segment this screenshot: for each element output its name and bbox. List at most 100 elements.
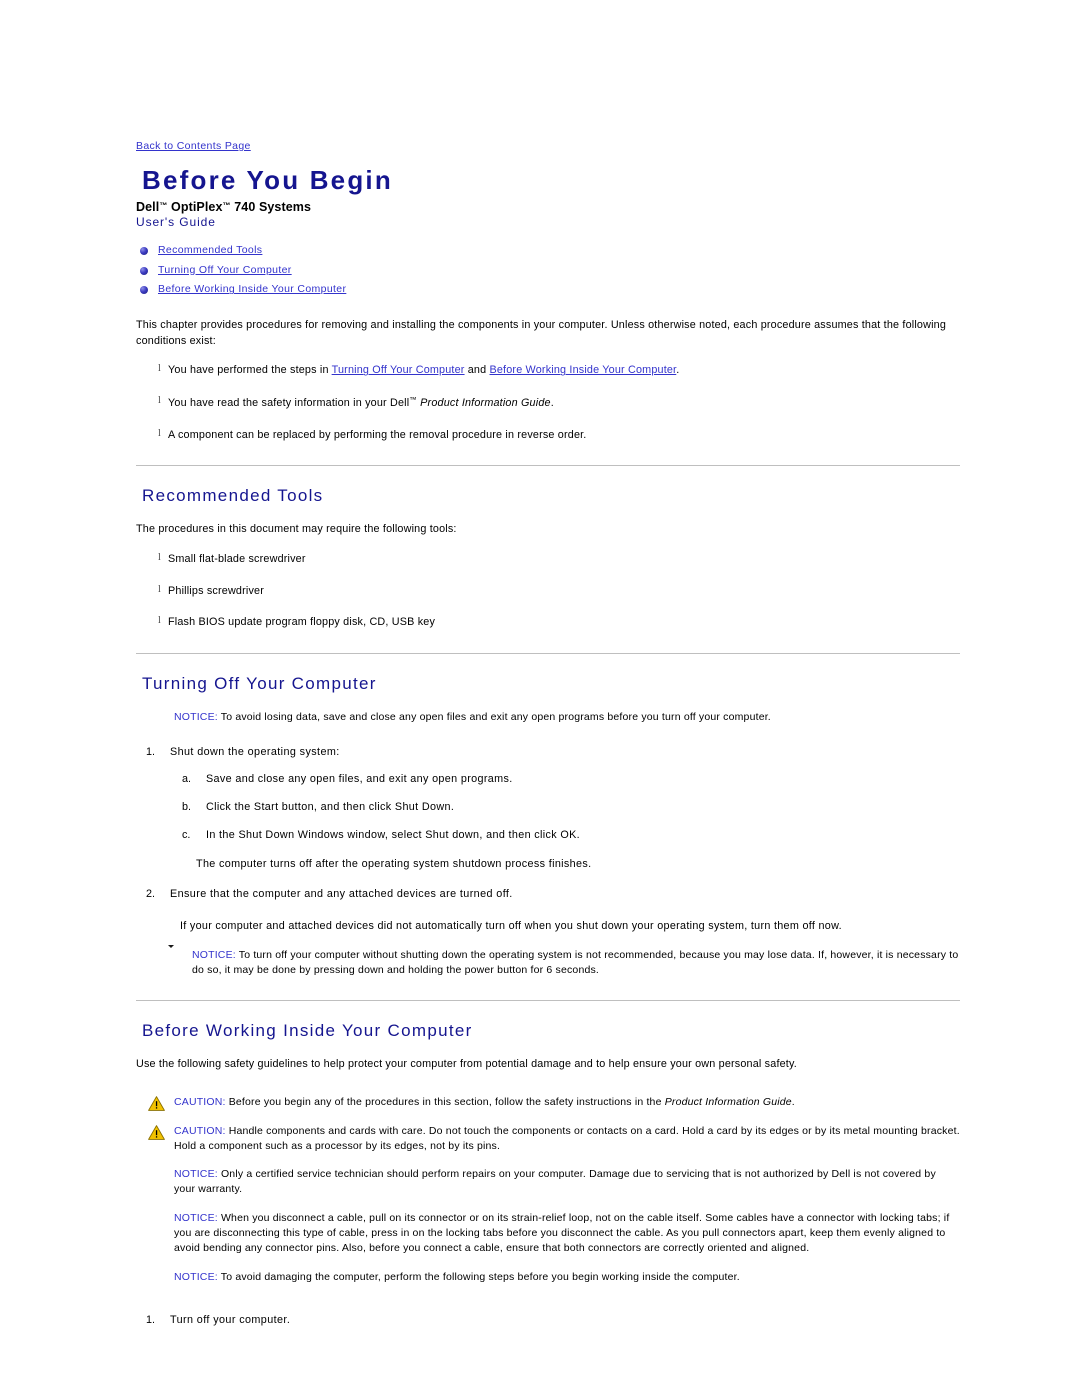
list-marker-icon: l — [158, 615, 161, 627]
notice-arrow-icon — [148, 1211, 166, 1228]
condition-pre: A component can be replaced by performin… — [168, 428, 587, 441]
list-item: l Small flat-blade screwdriver — [136, 552, 960, 568]
list-item: l Phillips screwdriver — [136, 584, 960, 600]
condition-post: . — [550, 397, 554, 410]
caution-post: . — [791, 1095, 795, 1108]
list-marker-icon: l — [158, 363, 161, 375]
table-of-contents: Recommended Tools Turning Off Your Compu… — [136, 243, 960, 298]
list-item: Turning Off Your Computer — [140, 263, 960, 279]
section-heading-recommended-tools: Recommended Tools — [142, 486, 324, 506]
list-item: 1. Shut down the operating system: a. Sa… — [136, 745, 960, 873]
inline-link-turning-off[interactable]: Turning Off Your Computer — [332, 364, 465, 376]
condition-pre: You have read the safety information in … — [168, 397, 410, 410]
notice-label: NOTICE: — [174, 1168, 218, 1181]
notice-text: When you disconnect a cable, pull on its… — [174, 1212, 950, 1255]
section-heading-turning-off: Turning Off Your Computer — [142, 673, 377, 693]
section-divider — [136, 652, 960, 654]
notice-label: NOTICE: — [174, 1212, 218, 1225]
substep-text: Click the Start button, and then click S… — [206, 801, 455, 814]
caution-text: Before you begin any of the procedures i… — [225, 1095, 665, 1108]
product-model-line: Dell™ OptiPlex™ 740 Systems — [136, 200, 960, 214]
substep-number: c. — [182, 828, 191, 841]
list-marker-icon: l — [158, 551, 161, 563]
bullet-sphere-icon — [140, 266, 148, 275]
tool-label: Flash BIOS update program floppy disk, C… — [168, 616, 436, 629]
back-to-contents-link[interactable]: Back to Contents Page — [136, 140, 251, 152]
section-divider — [136, 465, 960, 467]
caution-block: CAUTION: Before you begin any of the pro… — [144, 1095, 960, 1112]
notice-label: NOTICE: — [174, 710, 218, 723]
caution-block: CAUTION: Handle components and cards wit… — [144, 1124, 960, 1154]
model-mid: OptiPlex — [167, 199, 223, 214]
notice-block: NOTICE: When you disconnect a cable, pul… — [144, 1211, 960, 1256]
list-item: 2. Ensure that the computer and any atta… — [136, 887, 960, 934]
page-title: Before You Begin — [142, 165, 393, 195]
inline-link-before-working[interactable]: Before Working Inside Your Computer — [489, 364, 676, 376]
document-page: Back to Contents Page Before You Begin D… — [0, 0, 1080, 1397]
model-post: 740 Systems — [230, 199, 312, 214]
toc-link-turning-off[interactable]: Turning Off Your Computer — [158, 264, 292, 276]
toc-link-recommended-tools[interactable]: Recommended Tools — [158, 244, 262, 256]
condition-italic: Product Information Guide — [416, 397, 551, 410]
list-item: 1. Turn off your computer. — [136, 1313, 960, 1329]
caution-text: Handle components and cards with care. D… — [174, 1124, 960, 1152]
recommended-tools-paragraph: The procedures in this document may requ… — [136, 523, 457, 536]
list-marker-icon: l — [158, 583, 161, 595]
shutdown-substeps: a. Save and close any open files, and ex… — [170, 772, 960, 843]
notice-text: To avoid damaging the computer, perform … — [217, 1271, 740, 1283]
caution-triangle-icon — [148, 1124, 166, 1141]
condition-mid: and — [464, 364, 490, 377]
notice-arrow-icon — [148, 1167, 166, 1184]
step-trailing-note: The computer turns off after the operati… — [196, 858, 592, 871]
list-item: l You have performed the steps in Turnin… — [136, 363, 960, 379]
step-trailing-note: If your computer and attached devices di… — [180, 919, 842, 932]
caution-triangle-icon — [148, 1095, 166, 1112]
before-working-paragraph: Use the following safety guidelines to h… — [136, 1058, 797, 1071]
substep-text: Save and close any open files, and exit … — [206, 773, 513, 786]
notice-arrow-icon — [148, 1270, 166, 1287]
step-text: Shut down the operating system: — [170, 745, 340, 758]
step-text: Turn off your computer. — [170, 1313, 291, 1326]
note-label: NOTICE: — [192, 949, 236, 962]
note-pencil-icon — [166, 948, 184, 965]
trademark-icon: ™ — [222, 200, 231, 210]
step-number: 2. — [146, 888, 156, 901]
shutdown-steps: 1. Shut down the operating system: a. Sa… — [136, 745, 960, 934]
list-item: l You have read the safety information i… — [136, 395, 960, 412]
toc-link-before-working[interactable]: Before Working Inside Your Computer — [158, 283, 346, 295]
notice-text: To avoid losing data, save and close any… — [217, 710, 771, 723]
bullet-sphere-icon — [140, 246, 148, 255]
list-item: b. Click the Start button, and then clic… — [170, 800, 960, 816]
notice-arrow-icon — [148, 710, 166, 727]
bullet-sphere-icon — [140, 286, 148, 295]
section-heading-before-working: Before Working Inside Your Computer — [142, 1021, 473, 1041]
list-item: c. In the Shut Down Windows window, sele… — [170, 828, 960, 844]
before-working-steps: 1. Turn off your computer. — [136, 1313, 960, 1329]
notice-block: NOTICE: Only a certified service technic… — [144, 1167, 960, 1197]
notice-label: NOTICE: — [174, 1271, 218, 1283]
substep-number: b. — [182, 801, 192, 814]
tool-label: Small flat-blade screwdriver — [168, 552, 306, 565]
list-marker-icon: l — [158, 395, 161, 407]
step-number: 1. — [146, 1313, 156, 1326]
model-pre: Dell — [136, 199, 160, 214]
conditions-list: l You have performed the steps in Turnin… — [136, 363, 960, 443]
tool-label: Phillips screwdriver — [168, 584, 264, 597]
condition-pre: You have performed the steps in — [168, 364, 332, 377]
list-item: l Flash BIOS update program floppy disk,… — [136, 615, 960, 631]
notice-block: NOTICE: To avoid damaging the computer, … — [144, 1270, 960, 1285]
trademark-icon: ™ — [409, 395, 417, 405]
tools-list: l Small flat-blade screwdriver l Phillip… — [136, 552, 960, 631]
intro-paragraph: This chapter provides procedures for rem… — [136, 319, 947, 347]
note-block: NOTICE: To turn off your computer withou… — [162, 948, 960, 978]
notice-block: NOTICE: To avoid losing data, save and c… — [144, 710, 960, 725]
step-number: 1. — [146, 745, 156, 758]
step-text: Ensure that the computer and any attache… — [170, 888, 513, 901]
caution-label: CAUTION: — [174, 1095, 226, 1108]
list-item: a. Save and close any open files, and ex… — [170, 772, 960, 788]
substep-text: In the Shut Down Windows window, select … — [206, 828, 581, 841]
list-item: Before Working Inside Your Computer — [140, 282, 960, 298]
caution-italic: Product Information Guide — [664, 1095, 792, 1108]
guide-subtitle: User's Guide — [136, 214, 216, 229]
substep-number: a. — [182, 773, 192, 786]
